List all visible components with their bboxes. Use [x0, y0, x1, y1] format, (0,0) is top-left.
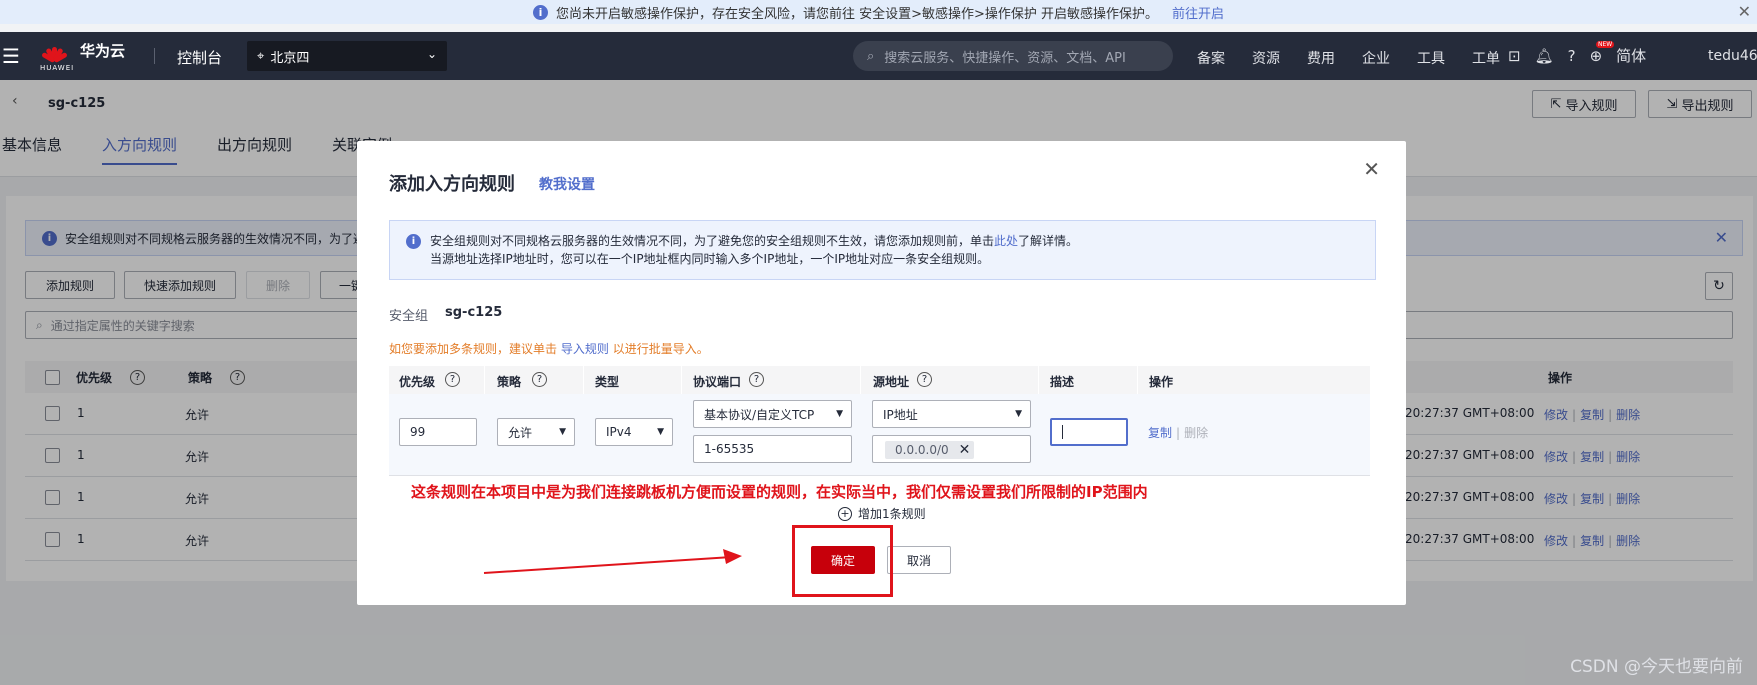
- ip-tag: 0.0.0.0/0 ✕: [885, 441, 975, 459]
- rule-form-header: 优先级 ? 策略 ? 类型 协议端口 ? 源地址 ? 描述 操作: [389, 366, 1370, 394]
- col-source: 源地址: [873, 375, 910, 389]
- import-rules-link[interactable]: 导入规则: [561, 342, 609, 356]
- type-value: IPv4: [606, 425, 632, 439]
- top-navbar: ☰ HUAWEI 华为云 控制台 ⌖ 北京四 ⌄ ⌕ 搜索云服务、快捷操作、资源…: [0, 32, 1757, 80]
- rule-form-row: 99 允许 ▼ IPv4 ▼ 基本协议/自定义TCP ▼ 1-65535 IP地…: [389, 394, 1370, 476]
- col-description: 描述: [1050, 375, 1075, 389]
- search-placeholder: 搜索云服务、快捷操作、资源、文档、API: [884, 50, 1126, 66]
- info-icon: i: [406, 234, 421, 249]
- cancel-button[interactable]: 取消: [887, 546, 951, 574]
- help-icon[interactable]: ?: [445, 372, 460, 387]
- chevron-down-icon: ⌄: [426, 47, 437, 61]
- global-search-input[interactable]: ⌕ 搜索云服务、快捷操作、资源、文档、API: [853, 41, 1173, 71]
- protocol-value: 基本协议/自定义TCP: [704, 407, 815, 422]
- location-icon: ⌖: [257, 48, 265, 64]
- caret-down-icon: ▼: [836, 409, 843, 419]
- priority-input[interactable]: 99: [399, 418, 477, 446]
- brand-name: 华为云: [80, 42, 126, 60]
- add-one-rule-button[interactable]: + 增加1条规则: [838, 505, 926, 522]
- info-line-2: 当源地址选择IP地址时，您可以在一个IP地址框内同时输入多个IP地址，一个IP地…: [430, 252, 990, 266]
- col-operation: 操作: [1149, 375, 1174, 389]
- protocol-select[interactable]: 基本协议/自定义TCP ▼: [693, 400, 852, 428]
- annotation-arrow: [483, 549, 742, 574]
- delete-link[interactable]: 删除: [1184, 426, 1208, 440]
- nav-item-tickets[interactable]: 工单: [1472, 48, 1500, 68]
- caret-down-icon: ▼: [657, 427, 664, 437]
- plus-icon: +: [838, 506, 852, 521]
- batch-import-tip: 如您要添加多条规则，建议单击 导入规则 以进行批量导入。: [389, 340, 709, 357]
- enable-protection-link[interactable]: 前往开启: [1172, 3, 1224, 22]
- help-icon[interactable]: ?: [917, 372, 932, 387]
- help-link[interactable]: 教我设置: [539, 174, 595, 194]
- text-cursor: [1062, 425, 1063, 439]
- copy-link[interactable]: 复制: [1148, 426, 1172, 440]
- source-type-select[interactable]: IP地址 ▼: [872, 400, 1031, 428]
- language-selector[interactable]: 简体: [1616, 45, 1646, 66]
- port-input[interactable]: 1-65535: [693, 435, 852, 463]
- details-link[interactable]: 此处: [994, 234, 1018, 248]
- info-icon: i: [532, 4, 548, 20]
- console-link[interactable]: 控制台: [177, 47, 222, 68]
- nav-item-filing[interactable]: 备案: [1197, 48, 1225, 68]
- huawei-logo[interactable]: HUAWEI 华为云: [40, 40, 126, 72]
- dialog-info-banner: i 安全组规则对不同规格云服务器的生效情况不同，为了避免您的安全组规则不生效，请…: [389, 220, 1376, 280]
- security-group-label: 安全组: [389, 309, 429, 324]
- help-icon[interactable]: ?: [532, 372, 547, 387]
- annotation-text: 这条规则在本项目中是为我们连接跳板机方便而设置的规则，在实际当中，我们仅需设置我…: [411, 483, 1148, 501]
- add-one-rule-label: 增加1条规则: [858, 507, 926, 521]
- highlight-box: [792, 525, 893, 597]
- new-badge: NEW: [1596, 41, 1615, 48]
- policy-select[interactable]: 允许 ▼: [497, 418, 575, 446]
- type-select[interactable]: IPv4 ▼: [595, 418, 673, 446]
- nav-item-resources[interactable]: 资源: [1252, 48, 1280, 68]
- tip-text-b: 以进行批量导入。: [612, 342, 709, 356]
- user-menu[interactable]: tedu467: [1708, 48, 1757, 64]
- security-notice-bar: i 您尚未开启敏感操作保护，存在安全风险，请您前往 安全设置>敏感操作>操作保护…: [0, 0, 1757, 24]
- region-value: 北京四: [270, 50, 310, 66]
- help-icon[interactable]: ?: [1568, 47, 1576, 65]
- globe-icon[interactable]: ⊕: [1590, 47, 1603, 65]
- header-nav: 备案 资源 费用 企业 工具 工单: [1197, 48, 1527, 68]
- caret-down-icon: ▼: [1015, 409, 1022, 419]
- logo-text: HUAWEI: [40, 64, 75, 72]
- row-actions: 复制 | 删除: [1148, 426, 1209, 440]
- col-policy: 策略: [497, 375, 522, 389]
- search-icon: ⌕: [867, 48, 875, 64]
- info-text-b: 了解详情。: [1018, 234, 1079, 248]
- info-text-a: 安全组规则对不同规格云服务器的生效情况不同，为了避免您的安全组规则不生效，请您添…: [430, 234, 995, 248]
- nav-item-enterprise[interactable]: 企业: [1362, 48, 1390, 68]
- notice-text: 您尚未开启敏感操作保护，存在安全风险，请您前往 安全设置>敏感操作>操作保护 开…: [555, 6, 1159, 22]
- help-icon[interactable]: ?: [749, 372, 764, 387]
- header-icons: ⊡ 🔔︎ ? NEW ⊕ 简体: [1508, 41, 1646, 66]
- menu-icon[interactable]: ☰: [2, 44, 20, 68]
- remove-tag-icon[interactable]: ✕: [959, 442, 971, 458]
- col-port: 协议端口: [693, 375, 742, 389]
- source-ip-input[interactable]: 0.0.0.0/0 ✕: [872, 435, 1031, 463]
- watermark: CSDN @今天也要向前: [1570, 657, 1743, 677]
- col-priority: 优先级: [399, 375, 436, 389]
- policy-value: 允许: [508, 425, 533, 440]
- nav-item-tools[interactable]: 工具: [1417, 48, 1445, 68]
- close-icon[interactable]: ✕: [1363, 157, 1380, 181]
- col-type: 类型: [595, 375, 620, 389]
- nav-item-billing[interactable]: 费用: [1307, 48, 1335, 68]
- description-input[interactable]: [1050, 418, 1128, 446]
- bell-icon[interactable]: 🔔︎: [1535, 47, 1554, 65]
- terminal-icon[interactable]: ⊡: [1508, 47, 1521, 65]
- divider: [154, 48, 155, 64]
- tip-text-a: 如您要添加多条规则，建议单击: [389, 342, 558, 356]
- ip-tag-value: 0.0.0.0/0: [895, 443, 949, 457]
- close-icon[interactable]: ✕: [1738, 2, 1751, 21]
- huawei-logo-icon: [40, 41, 68, 63]
- security-group-value: sg-c125: [445, 305, 503, 320]
- info-line-1: 安全组规则对不同规格云服务器的生效情况不同，为了避免您的安全组规则不生效，请您添…: [430, 232, 1375, 250]
- caret-down-icon: ▼: [559, 427, 566, 437]
- source-type-value: IP地址: [883, 407, 918, 422]
- region-selector[interactable]: ⌖ 北京四 ⌄: [247, 41, 447, 71]
- dialog-title: 添加入方向规则: [389, 174, 515, 195]
